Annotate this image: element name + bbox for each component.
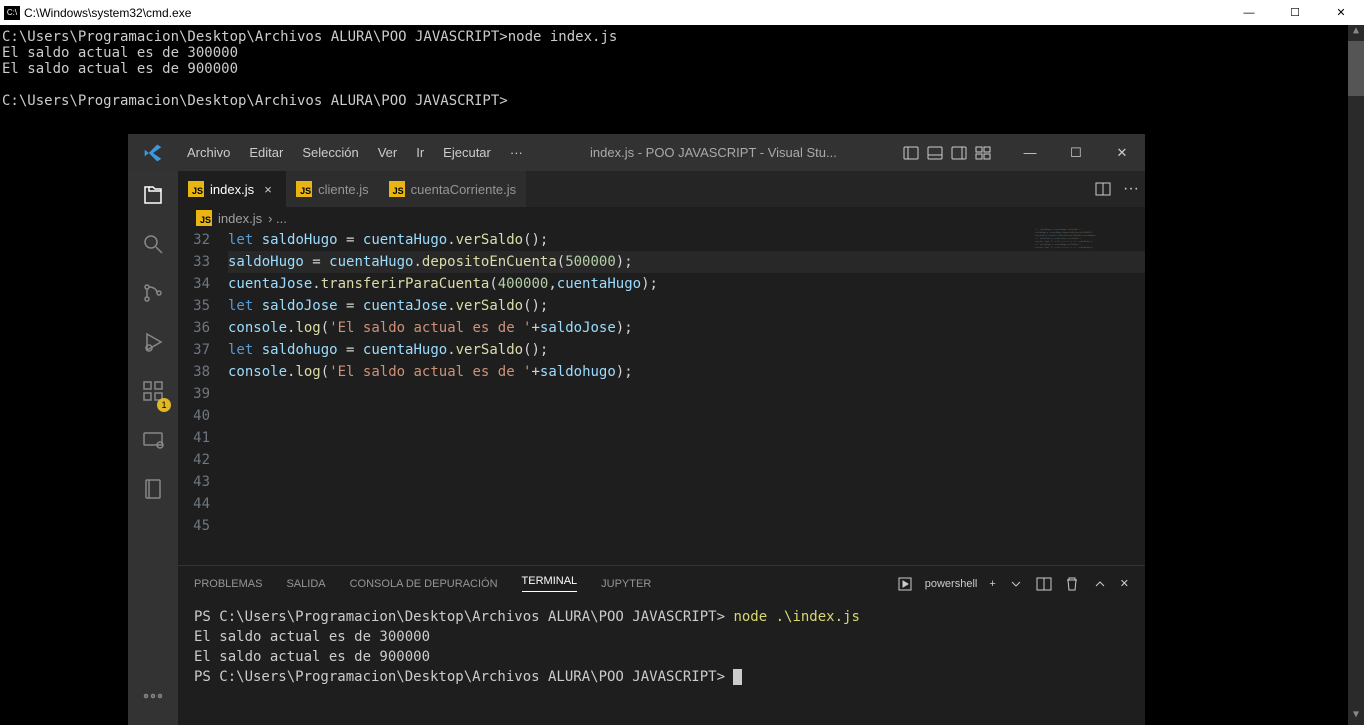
- tab-index.js[interactable]: JS index.js ×: [178, 171, 286, 207]
- menu-archivo[interactable]: Archivo: [178, 141, 239, 164]
- source-control-icon[interactable]: [141, 281, 165, 310]
- tab-more-icon[interactable]: ···: [1123, 180, 1139, 198]
- js-file-icon: JS: [196, 210, 212, 226]
- tab-close-icon[interactable]: ×: [260, 182, 276, 197]
- bottom-panel: PROBLEMAS SALIDA CONSOLA DE DEPURACIÓN TERM…: [178, 565, 1145, 725]
- cmd-scrollbar[interactable]: ▲ ▼: [1348, 25, 1364, 725]
- menu-editar[interactable]: Editar: [240, 141, 292, 164]
- vscode-maximize-button[interactable]: ☐: [1053, 134, 1099, 171]
- gutter: 3233343536373839404142434445: [178, 229, 228, 565]
- split-terminal-icon[interactable]: [1036, 576, 1052, 592]
- js-file-icon: JS: [188, 181, 204, 197]
- layout-controls: [895, 145, 999, 161]
- vscode-window: ArchivoEditarSelecciónVerIrEjecutar··· i…: [128, 134, 1145, 725]
- terminal-line: PS C:\Users\Programacion\Desktop\Archivo…: [194, 667, 1129, 687]
- extensions-icon[interactable]: [141, 379, 165, 408]
- vscode-titlebar[interactable]: ArchivoEditarSelecciónVerIrEjecutar··· i…: [128, 134, 1145, 171]
- layout-icon[interactable]: [975, 145, 991, 161]
- book-icon[interactable]: [141, 477, 165, 506]
- vscode-close-button[interactable]: ✕: [1099, 134, 1145, 171]
- js-file-icon: JS: [389, 181, 405, 197]
- panel-bottom-icon[interactable]: [927, 145, 943, 161]
- chevron-down-icon[interactable]: [1008, 576, 1024, 592]
- cmd-minimize-button[interactable]: —: [1226, 0, 1272, 25]
- panel-left-icon[interactable]: [903, 145, 919, 161]
- panel-tabs: PROBLEMAS SALIDA CONSOLA DE DEPURACIÓN TERM…: [178, 566, 1145, 601]
- vscode-logo-icon: [128, 143, 178, 163]
- tab-label: cliente.js: [318, 182, 369, 197]
- trash-icon[interactable]: [1064, 576, 1080, 592]
- shell-label[interactable]: powershell: [925, 578, 978, 590]
- vscode-minimize-button[interactable]: —: [1007, 134, 1053, 171]
- menu-selección[interactable]: Selección: [293, 141, 367, 164]
- new-terminal-button[interactable]: +: [989, 578, 995, 590]
- vscode-window-title: index.js - POO JAVASCRIPT - Visual Stu..…: [532, 145, 895, 160]
- explorer-icon[interactable]: [141, 183, 165, 212]
- panel-tab-problemas[interactable]: PROBLEMAS: [194, 578, 262, 590]
- panel-tab-salida[interactable]: SALIDA: [286, 578, 325, 590]
- code-area[interactable]: let saldoHugo = cuentaHugo.verSaldo();sa…: [228, 229, 1145, 565]
- code-line-38[interactable]: let saldoJose = cuentaJose.verSaldo();: [228, 295, 1145, 317]
- menu-ver[interactable]: Ver: [369, 141, 407, 164]
- terminal-line: El saldo actual es de 300000: [194, 627, 1129, 647]
- tab-cliente.js[interactable]: JS cliente.js: [286, 171, 379, 207]
- code-line-36[interactable]: cuentaJose.transferirParaCuenta(400000,c…: [228, 273, 1145, 295]
- scroll-down-icon[interactable]: ▼: [1348, 709, 1364, 725]
- code-line-33[interactable]: let saldoHugo = cuentaHugo.verSaldo();: [228, 229, 1145, 251]
- scroll-thumb[interactable]: [1348, 41, 1364, 96]
- menu-ejecutar[interactable]: Ejecutar: [434, 141, 500, 164]
- panel-tab-jupyter[interactable]: JUPYTER: [601, 578, 651, 590]
- terminal-output[interactable]: PS C:\Users\Programacion\Desktop\Archivo…: [178, 601, 1145, 725]
- cmd-output[interactable]: C:\Users\Programacion\Desktop\Archivos A…: [0, 25, 1364, 113]
- run-task-icon[interactable]: [897, 576, 913, 592]
- split-editor-icon[interactable]: [1095, 181, 1111, 197]
- run-debug-icon[interactable]: [141, 330, 165, 359]
- panel-right-icon[interactable]: [951, 145, 967, 161]
- scroll-up-icon[interactable]: ▲: [1348, 25, 1364, 41]
- tab-label: cuentaCorriente.js: [411, 182, 517, 197]
- tab-label: index.js: [210, 182, 254, 197]
- chevron-up-icon[interactable]: [1092, 576, 1108, 592]
- terminal-line: El saldo actual es de 900000: [194, 647, 1129, 667]
- menu-···[interactable]: ···: [501, 141, 532, 164]
- panel-close-icon[interactable]: ✕: [1120, 577, 1129, 590]
- cmd-titlebar[interactable]: C:\ C:\Windows\system32\cmd.exe — ☐ ✕: [0, 0, 1364, 25]
- cmd-close-button[interactable]: ✕: [1318, 0, 1364, 25]
- terminal-line: PS C:\Users\Programacion\Desktop\Archivo…: [194, 607, 1129, 627]
- minimap[interactable]: let saldoHugo = cuentaHugo.verSaldo();sa…: [1035, 229, 1135, 309]
- code-line-42[interactable]: console.log('El saldo actual es de '+sal…: [228, 361, 1145, 383]
- editor[interactable]: 3233343536373839404142434445 let saldoHu…: [178, 229, 1145, 565]
- tab-cuentaCorriente.js[interactable]: JS cuentaCorriente.js: [379, 171, 527, 207]
- js-file-icon: JS: [296, 181, 312, 197]
- activity-bar: [128, 171, 178, 725]
- panel-tab-consola de depuración[interactable]: CONSOLA DE DEPURACIÓN: [350, 578, 498, 590]
- code-line-34[interactable]: saldoHugo = cuentaHugo.depositoEnCuenta(…: [228, 251, 1145, 273]
- vscode-menu: ArchivoEditarSelecciónVerIrEjecutar···: [178, 141, 532, 164]
- panel-tab-terminal[interactable]: TERMINAL: [522, 575, 578, 592]
- breadcrumb-file: index.js: [218, 211, 262, 226]
- breadcrumb[interactable]: JS index.js › ...: [178, 207, 1145, 229]
- cmd-icon: C:\: [4, 6, 20, 20]
- more-icon[interactable]: [141, 684, 165, 713]
- cmd-maximize-button[interactable]: ☐: [1272, 0, 1318, 25]
- search-icon[interactable]: [141, 232, 165, 261]
- code-line-39[interactable]: console.log('El saldo actual es de '+sal…: [228, 317, 1145, 339]
- editor-tabs: JS index.js × JS cliente.js JS cuentaCorriente…: [178, 171, 1145, 207]
- cursor: [733, 669, 742, 685]
- code-line-41[interactable]: let saldohugo = cuentaHugo.verSaldo();: [228, 339, 1145, 361]
- menu-ir[interactable]: Ir: [407, 141, 433, 164]
- remote-icon[interactable]: [141, 428, 165, 457]
- cmd-title-text: C:\Windows\system32\cmd.exe: [24, 6, 191, 20]
- breadcrumb-sep: › ...: [268, 211, 287, 226]
